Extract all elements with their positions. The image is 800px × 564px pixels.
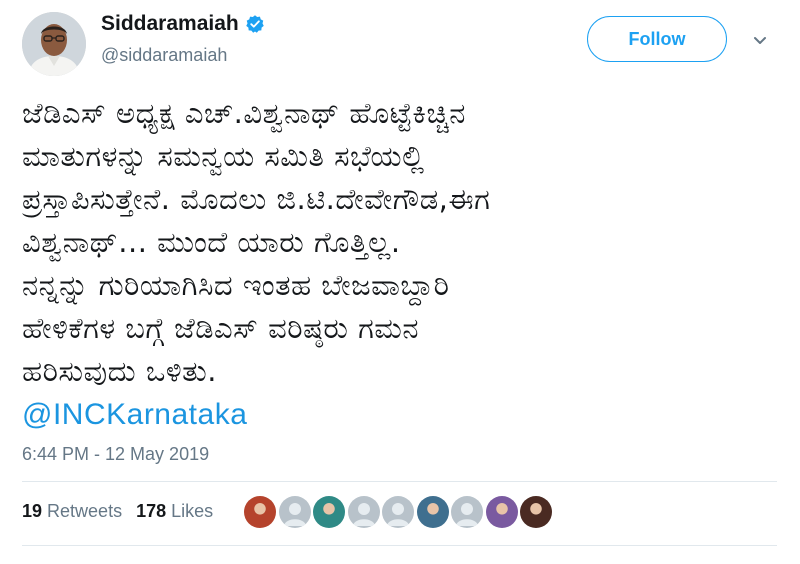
- likes-stat[interactable]: 178 Likes: [136, 501, 213, 522]
- tweet-line: ಪ್ರಸ್ತಾಪಿಸುತ್ತೇನೆ. ಮೊದಲು ಜಿ.ಟಿ.ದೇವೇಗೌಡ,ಈ…: [22, 182, 491, 216]
- tweet-line: ವಿಶ್ವನಾಥ್... ಮುಂದೆ ಯಾರು ಗೊತ್ತಿಲ್ಲ.: [22, 225, 401, 259]
- liker-avatar[interactable]: [244, 496, 276, 528]
- default-profile-icon[interactable]: [382, 496, 414, 528]
- tweet-text: ಜೆಡಿಎಸ್ ಅಧ್ಯಕ್ಷ ಎಚ್.ವಿಶ್ವನಾಥ್ ಹೊಟ್ಟೆಕಿಚ್…: [22, 92, 782, 436]
- tweet-stats: 19 Retweets 178 Likes: [22, 501, 227, 522]
- likes-count: 178: [136, 501, 167, 521]
- tweet-card: Siddaramaiah @siddaramaiah Follow ಜೆಡಿಎಸ…: [0, 0, 800, 564]
- tweet-timestamp[interactable]: 6:44 PM - 12 May 2019: [22, 444, 209, 465]
- likes-label: Likes: [171, 501, 214, 521]
- liker-avatars: [244, 496, 555, 528]
- tweet-line: ಮಾತುಗಳನ್ನು ಸಮನ್ವಯ ಸಮಿತಿ ಸಭೆಯಲ್ಲಿ: [22, 139, 425, 173]
- default-profile-icon[interactable]: [451, 496, 483, 528]
- retweets-count: 19: [22, 501, 43, 521]
- avatar[interactable]: [22, 12, 86, 76]
- verified-badge-icon: [245, 14, 265, 34]
- liker-avatar[interactable]: [485, 496, 518, 528]
- liker-avatar[interactable]: [520, 496, 552, 528]
- display-name[interactable]: Siddaramaiah: [101, 12, 265, 36]
- default-profile-icon[interactable]: [347, 496, 380, 528]
- chevron-down-icon[interactable]: [750, 30, 770, 50]
- liker-avatar[interactable]: [313, 496, 345, 528]
- profile-photo: [22, 12, 86, 76]
- retweets-label: Retweets: [47, 501, 123, 521]
- follow-button[interactable]: Follow: [587, 16, 727, 62]
- liker-avatar[interactable]: [416, 496, 449, 528]
- tweet-line: ಹೇಳಿಕೆಗಳ ಬಗ್ಗೆ ಜೆಡಿಎಸ್ ವರಿಷ್ಠರು ಗಮನ: [22, 311, 420, 345]
- default-profile-icon[interactable]: [278, 496, 311, 528]
- mention-link[interactable]: @INCKarnataka: [22, 398, 247, 431]
- divider: [22, 545, 777, 546]
- tweet-line: ಹರಿಸುವುದು ಒಳಿತು.: [22, 354, 217, 388]
- user-handle[interactable]: @siddaramaiah: [101, 45, 227, 66]
- tweet-line: ಜೆಡಿಎಸ್ ಅಧ್ಯಕ್ಷ ಎಚ್.ವಿಶ್ವನಾಥ್ ಹೊಟ್ಟೆಕಿಚ್…: [22, 96, 466, 130]
- tweet-line: ನನ್ನನ್ನು ಗುರಿಯಾಗಿಸಿದ ಇಂತಹ ಬೇಜವಾಬ್ದಾರಿ: [22, 268, 450, 302]
- retweets-stat[interactable]: 19 Retweets: [22, 501, 122, 522]
- divider: [22, 481, 777, 482]
- display-name-text[interactable]: Siddaramaiah: [101, 12, 239, 36]
